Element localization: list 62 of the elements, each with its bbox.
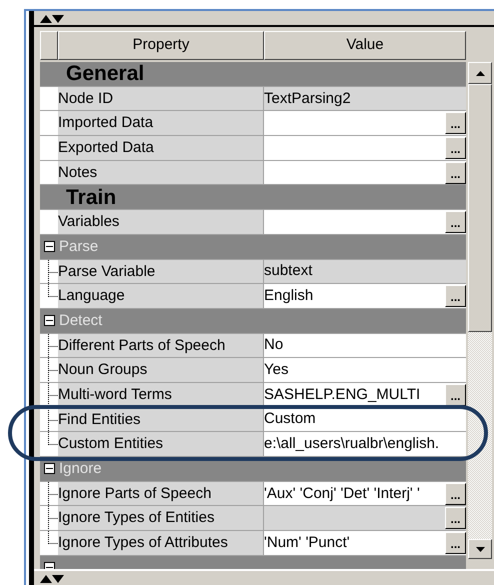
down-arrow-icon [476,546,484,552]
ellipsis-button[interactable]: ... [445,162,466,184]
collapse-icon[interactable] [44,241,54,252]
ellipsis-button[interactable]: ... [445,507,466,530]
property-name: Different Parts of Speech [58,334,264,358]
property-name: Ignore Types of Attributes [58,531,264,556]
category-title: Detect [58,313,102,328]
value-field[interactable]: subtext [264,260,466,284]
property-name: Noun Groups [58,358,264,383]
value-field[interactable]: No [264,334,466,358]
value-field[interactable]: Yes [264,358,466,383]
ellipsis-button[interactable]: ... [445,384,466,406]
scroll-thumb[interactable] [468,84,492,332]
property-name: Language [58,284,264,309]
property-name: Node ID [58,86,264,112]
value-field[interactable]: Custom [264,408,466,432]
value-field[interactable]: ... [264,210,466,235]
tree-line-icon [48,382,58,407]
ellipsis-button[interactable]: ... [445,136,466,159]
section-heading: General [65,63,144,84]
value-field[interactable]: 'Num' 'Punct' ... [264,531,466,556]
tree-line-icon [48,358,58,382]
category-title: Parse [58,239,98,254]
property-name: Parse Variable [58,260,264,284]
collapse-icon[interactable] [44,315,54,326]
value-field[interactable]: e:\all_users\rualbr\english. [264,432,466,457]
ellipsis-button[interactable]: ... [445,112,466,134]
collapse-icon[interactable] [44,463,54,474]
row-gutter [40,111,58,136]
column-header[interactable]: Value [264,31,466,60]
scroll-down-button[interactable] [468,539,492,559]
tree-line-icon [48,334,58,358]
scroll-arrows-icon[interactable] [40,14,64,22]
scroll-arrows-icon[interactable] [40,574,64,582]
value-field[interactable]: ... [264,136,466,161]
column-header[interactable]: Property [58,31,264,60]
ellipsis-button[interactable]: ... [445,532,466,554]
property-name: Variables [58,210,264,235]
property-name: Imported Data [58,111,264,136]
value-field[interactable]: TextParsing2 [264,86,466,112]
row-gutter [40,136,58,161]
ellipsis-button[interactable]: ... [445,285,466,308]
up-arrow-icon [476,70,484,76]
section-heading: Train [65,186,116,208]
vertical-scrollbar[interactable] [468,62,492,559]
property-name: Custom Entities [58,432,264,457]
scroll-up-button[interactable] [468,62,492,84]
property-name: Ignore Parts of Speech [58,482,264,506]
value-field[interactable]: ... [264,160,466,186]
property-name: Find Entities [58,408,264,432]
property-name: Notes [58,160,264,186]
ellipsis-button[interactable]: ... [445,482,466,505]
header-cell [40,31,58,60]
property-name: Ignore Types of Entities [58,506,264,532]
value-field[interactable]: ... [264,111,466,136]
value-field[interactable]: ... [264,506,466,532]
value-field[interactable]: 'Aux' 'Conj' 'Det' 'Interj' ' ... [264,482,466,506]
category-title: Ignore [58,461,102,476]
value-field[interactable]: English ... [264,284,466,309]
ellipsis-button[interactable]: ... [445,210,466,233]
tree-line-icon [48,482,58,506]
property-name: Exported Data [58,136,264,161]
